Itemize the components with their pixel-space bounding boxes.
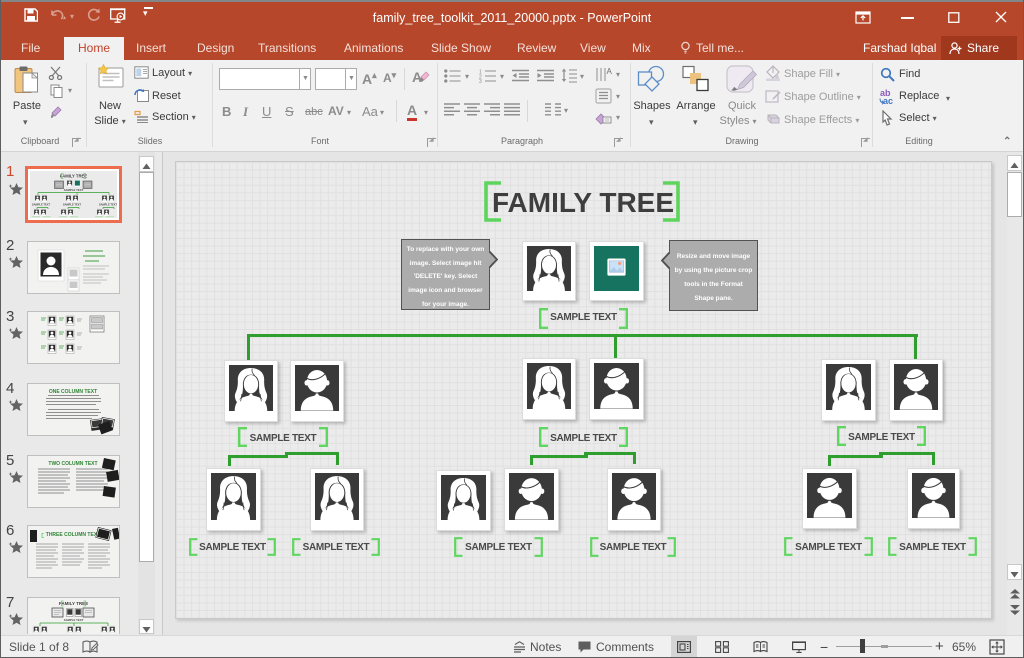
svg-text:3: 3 [479,79,482,83]
svg-text:TWO COLUMN TEXT: TWO COLUMN TEXT [48,461,97,467]
svg-text:A: A [607,67,613,76]
svg-text:SAMPLE TEXT: SAMPLE TEXT [63,203,82,207]
svg-text:SAMPLE TEXT: SAMPLE TEXT [64,618,84,622]
svg-text:FAMILY TREE: FAMILY TREE [60,173,87,178]
svg-text:ONE COLUMN TEXT: ONE COLUMN TEXT [49,389,97,395]
svg-text:SAMPLE TEXT: SAMPLE TEXT [99,203,117,207]
svg-text:FAMILY TREE: FAMILY TREE [59,601,88,606]
svg-text:ac: ac [883,96,893,105]
svg-text:THREE COLUMN TEXT: THREE COLUMN TEXT [46,532,100,538]
svg-text:SAMPLE TEXT: SAMPLE TEXT [32,203,51,207]
svg-text:SAMPLE TEXT: SAMPLE TEXT [64,188,84,192]
